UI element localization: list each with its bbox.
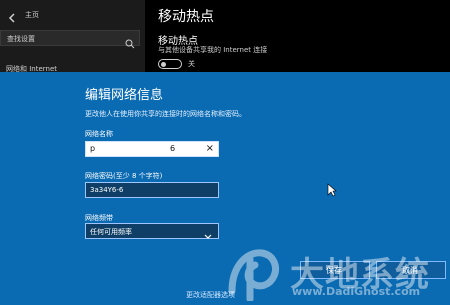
back-arrow-icon[interactable] (6, 9, 18, 23)
band-selected: 任何可用频率 (90, 228, 132, 236)
home-label[interactable]: 主页 (25, 10, 39, 20)
mouse-cursor-icon (327, 182, 337, 197)
search-placeholder: 查找设置 (7, 35, 35, 43)
section-desc: 与其他设备共享我的 Internet 连接 (158, 46, 268, 54)
toggle-state: 关 (188, 60, 195, 68)
search-icon[interactable] (125, 34, 135, 49)
band-dropdown[interactable]: 任何可用频率 (85, 223, 219, 239)
page-title: 移动热点 (158, 9, 214, 25)
network-name-field[interactable]: p 6 × (85, 141, 219, 157)
chevron-down-icon (203, 227, 213, 239)
band-label: 网络频带 (85, 214, 113, 222)
password-field[interactable]: 3a34Y6-6 (85, 182, 219, 198)
clear-icon[interactable]: × (206, 143, 214, 155)
network-name-label: 网络名称 (85, 130, 113, 138)
network-name-value-left: p (90, 144, 96, 153)
password-label: 网络密码(至少 8 个字符) (85, 172, 163, 180)
password-value: 3a34Y6-6 (90, 186, 124, 194)
search-box[interactable]: 查找设置 (0, 30, 140, 49)
network-name-value-mid: 6 (170, 144, 176, 153)
toggle-knob (161, 62, 166, 67)
watermark-logo-icon (222, 241, 282, 303)
hotspot-toggle[interactable] (158, 59, 182, 69)
watermark-url: www.DadiGhost.com (292, 285, 421, 298)
dialog-description: 更改他人在使用你共享的连接时的网络名称和密码。 (85, 110, 246, 118)
dialog-title: 编辑网络信息 (85, 88, 164, 103)
